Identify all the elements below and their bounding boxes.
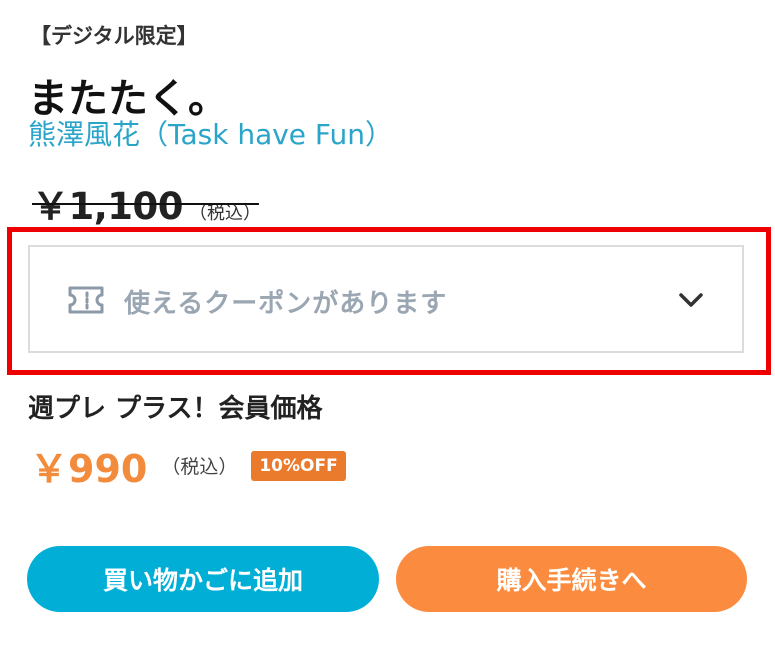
discount-badge: 10%OFF: [251, 450, 346, 481]
chevron-down-icon[interactable]: [676, 285, 706, 315]
member-price-row: ￥990 （税込） 10%OFF: [30, 438, 346, 493]
author-link[interactable]: 熊澤風花（Task have Fun）: [28, 113, 393, 153]
checkout-button[interactable]: 購入手続きへ: [396, 546, 747, 612]
member-price-label: 週プレ プラス！会員価格: [28, 394, 323, 424]
original-price-value: ￥1,100: [32, 185, 184, 228]
original-price: ￥1,100 （税込）: [32, 176, 261, 230]
original-price-tax-note: （税込）: [189, 203, 262, 224]
strikethrough-line: [32, 203, 260, 205]
digital-limited-tag: 【デジタル限定】: [30, 24, 198, 48]
ticket-icon: [66, 284, 106, 316]
coupon-accordion[interactable]: 使えるクーポンがあります: [28, 245, 744, 353]
member-price-value: ￥990: [30, 447, 148, 491]
coupon-label: 使えるクーポンがあります: [124, 289, 448, 319]
member-price-tax-note: （税込）: [161, 456, 238, 478]
add-to-cart-button[interactable]: 買い物かごに追加: [27, 546, 379, 612]
